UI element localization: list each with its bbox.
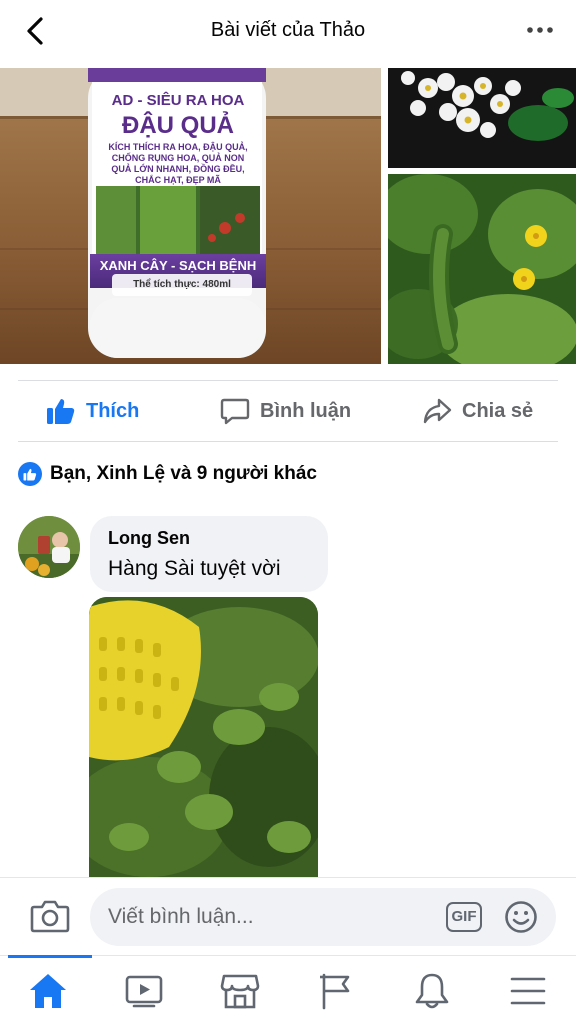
comment-icon <box>220 398 250 425</box>
comment-bubble[interactable]: Long Sen Hàng Sài tuyệt vời <box>90 516 328 592</box>
tab-notifications[interactable] <box>404 966 460 1016</box>
active-tab-indicator <box>8 955 92 958</box>
top-bar: Bài viết của Thảo <box>0 0 576 62</box>
comment-photo[interactable] <box>89 597 318 877</box>
camera-button[interactable] <box>30 898 70 934</box>
emoji-icon <box>505 901 537 933</box>
bottom-tab-bar <box>0 955 576 1024</box>
product-claim-2: CHỐNG RỤNG HOA, QUẢ NON <box>111 153 245 163</box>
flower-photo[interactable] <box>388 68 576 168</box>
like-reaction-icon <box>18 462 42 486</box>
comment-button[interactable]: Bình luận <box>220 396 351 426</box>
comment-author[interactable]: Long Sen <box>108 528 310 549</box>
share-label: Chia sẻ <box>462 399 534 422</box>
product-name-text: ĐẬU QUẢ <box>122 112 234 139</box>
comment-input-placeholder: Viết bình luận... <box>108 905 254 928</box>
post-photo-grid: AD - SIÊU RA HOA ĐẬU QUẢ KÍCH THÍCH RA H… <box>0 68 576 364</box>
tab-menu[interactable] <box>500 966 556 1016</box>
product-claim-1: KÍCH THÍCH RA HOA, ĐẬU QUẢ, <box>108 142 248 152</box>
comment-text: Hàng Sài tuyệt vời <box>108 557 281 580</box>
cucumber-photo[interactable] <box>388 174 576 364</box>
bell-icon <box>415 973 449 1009</box>
comment-composer: Viết bình luận... GIF <box>0 877 576 955</box>
product-claim-3: QUẢ LỚN NHANH, ĐỒNG ĐỀU, <box>111 164 245 174</box>
gif-button[interactable]: GIF <box>446 902 482 932</box>
product-claim-4: CHẮC HẠT, ĐẸP MÃ <box>135 175 221 185</box>
home-icon <box>30 974 66 1008</box>
product-volume-text: Thể tích thực: 480ml <box>133 279 231 290</box>
product-brand-text: AD - SIÊU RA HOA <box>111 92 245 109</box>
menu-icon <box>510 977 546 1005</box>
video-icon <box>125 975 163 1008</box>
page-title: Bài viết của Thảo <box>210 19 366 41</box>
flag-icon <box>320 973 350 1010</box>
camera-icon <box>30 900 70 933</box>
tab-home[interactable] <box>20 966 76 1016</box>
reaction-summary[interactable]: Bạn, Xinh Lệ và 9 người khác <box>18 460 317 488</box>
comment-input[interactable]: Viết bình luận... GIF <box>90 888 556 946</box>
divider <box>18 441 558 442</box>
like-button[interactable]: Thích <box>46 396 139 426</box>
comment-label: Bình luận <box>260 399 352 422</box>
like-label: Thích <box>86 399 140 422</box>
avatar[interactable] <box>18 516 80 578</box>
post-actions: Thích Bình luận Chia sẻ <box>0 380 576 442</box>
more-horizontal-icon <box>527 27 553 33</box>
thumbs-up-icon <box>47 399 75 424</box>
product-photo[interactable]: AD - SIÊU RA HOA ĐẬU QUẢ KÍCH THÍCH RA H… <box>0 68 381 364</box>
store-icon <box>220 974 260 1009</box>
emoji-button[interactable] <box>504 900 538 934</box>
tab-watch[interactable] <box>116 966 172 1016</box>
tab-marketplace[interactable] <box>212 966 268 1016</box>
reaction-summary-text: Bạn, Xinh Lệ và 9 người khác <box>50 463 317 484</box>
more-options-button[interactable] <box>526 20 554 40</box>
product-banner-text: XANH CÂY - SẠCH BỆNH <box>99 258 257 273</box>
tab-pages[interactable] <box>308 966 364 1016</box>
share-button[interactable]: Chia sẻ <box>422 396 533 426</box>
share-icon <box>423 398 452 424</box>
